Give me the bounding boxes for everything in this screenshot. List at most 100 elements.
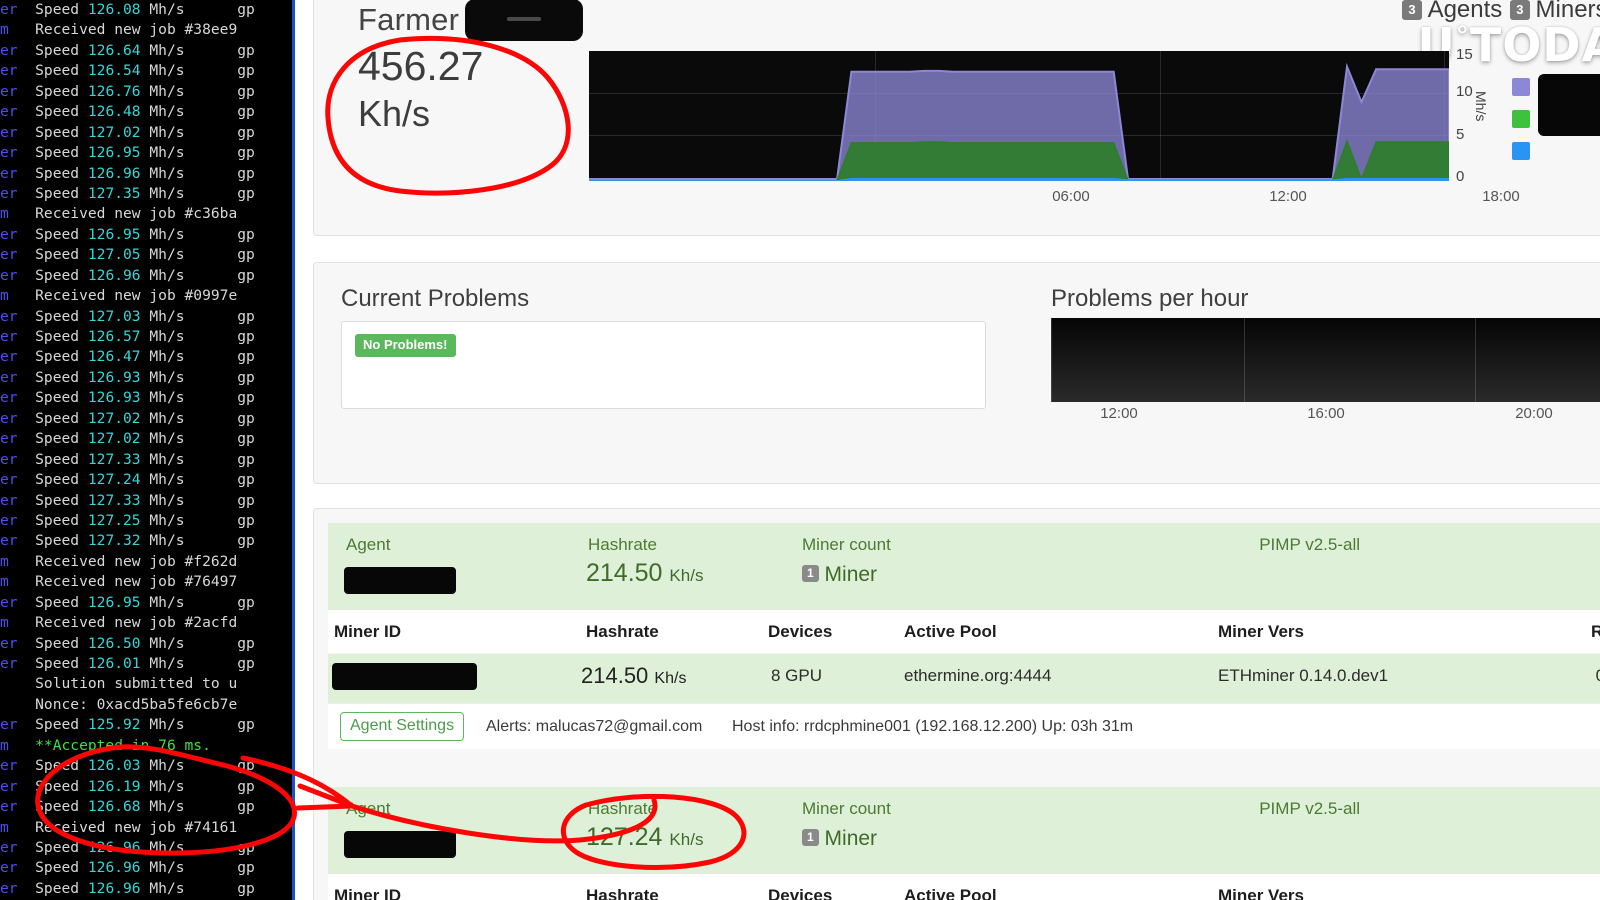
current-problems-box: No Problems! <box>341 321 986 409</box>
terminal-line: er Speed 126.01 Mh/s gp <box>0 655 255 672</box>
terminal-line: er Speed 127.02 Mh/s gp <box>0 430 255 448</box>
terminal-line: er Speed 127.25 Mh/s gp <box>0 511 255 529</box>
agent-name-redaction <box>344 831 456 858</box>
agent-card: Agent Hashrate 127.24 Kh/s Miner count 1… <box>328 787 1600 900</box>
col-hashrate: Hashrate <box>586 622 659 641</box>
terminal-line: Solution submitted to u <box>26 675 238 693</box>
col-active-pool: Active Pool <box>904 886 997 900</box>
terminal-line: er Speed 126.19 Mh/s gp <box>0 777 255 795</box>
miner-table-header: Miner ID Hashrate Devices Active Pool Mi… <box>328 873 1600 900</box>
pph-xtick-2000: 20:00 <box>1515 405 1553 422</box>
terminal-line: er Speed 125.92 Mh/s gp <box>0 716 255 734</box>
col-active-pool: Active Pool <box>904 622 997 641</box>
miner-table-header: Miner ID Hashrate Devices Active Pool Mi… <box>328 609 1600 653</box>
agents-panel: Agent Hashrate 214.50 Kh/s Miner count 1… <box>313 508 1600 900</box>
agent-header-row: Agent Hashrate 214.50 Kh/s Miner count 1… <box>328 523 1600 609</box>
terminal-line: er Speed 127.33 Mh/s gp <box>0 450 255 468</box>
farmer-summary: Farmer 456.27 Kh/s <box>358 0 598 137</box>
terminal-line: er Speed 126.93 Mh/s gp <box>0 389 255 407</box>
agent-label: Agent <box>346 535 391 554</box>
terminal-line: er Speed 126.50 Mh/s gp <box>0 634 255 652</box>
terminal-line: m Received new job #76497 <box>0 573 238 591</box>
current-problems-title: Current Problems <box>341 285 530 312</box>
agent-hashrate-value: 214.50 Kh/s <box>586 559 704 587</box>
terminal-line: m Received new job #2acfd <box>0 614 238 632</box>
terminal-console[interactable]: er Speed 126.08 Mh/s gp m Received new jo… <box>0 0 295 900</box>
terminal-line: er Speed 126.95 Mh/s gp <box>0 225 255 243</box>
agent-label: Agent <box>346 799 391 818</box>
pimp-dashboard: Farmer 456.27 Kh/s 3 Agents 3 Miners 16 … <box>295 0 1600 900</box>
table-row[interactable]: 214.50 Kh/s 8 GPU ethermine.org:4444 ETH… <box>328 653 1600 703</box>
terminal-line: er Speed 126.96 Mh/s gp <box>0 879 255 897</box>
terminal-line: er Speed 126.48 Mh/s gp <box>0 103 255 121</box>
hashrate-area-series <box>589 62 1449 181</box>
miner-version: ETHminer 0.14.0.dev1 <box>1218 666 1389 685</box>
agent-name-redaction <box>344 567 456 594</box>
ytick-10: 10 <box>1456 83 1473 100</box>
miners-count-badge: 3 <box>1510 0 1530 20</box>
terminal-line: m Received new job #38ee9 <box>0 21 238 39</box>
farm-total-hashrate-unit: Kh/s <box>358 92 431 134</box>
terminal-line: er Speed 126.96 Mh/s gp <box>0 859 255 877</box>
terminal-line: er Speed 126.57 Mh/s gp <box>0 328 255 345</box>
agent-header-row: Agent Hashrate 127.24 Kh/s Miner count 1… <box>328 787 1600 873</box>
ytick-15: 15 <box>1456 46 1473 63</box>
terminal-line: er Speed 127.05 Mh/s gp <box>0 246 255 264</box>
terminal-line: Nonce: 0xacd5ba5fe6cb7e <box>26 695 238 713</box>
terminal-line: er Speed 126.68 Mh/s gp <box>0 798 255 816</box>
terminal-line: er Speed 126.96 Mh/s gp <box>0 266 255 284</box>
col-miner-vers: Miner Vers <box>1218 622 1304 641</box>
farm-overview-panel: Farmer 456.27 Kh/s 3 Agents 3 Miners 16 … <box>313 0 1600 236</box>
terminal-line: er Speed 127.02 Mh/s gp <box>0 123 255 141</box>
pph-xtick-1600: 16:00 <box>1307 405 1345 422</box>
terminal-line: er Speed 126.95 Mh/s gp <box>0 593 255 611</box>
col-devices: Devices <box>768 886 833 900</box>
agent-settings-button[interactable]: Agent Settings <box>340 712 465 741</box>
agent-hashrate-value: 127.24 Kh/s <box>586 823 704 851</box>
terminal-line: er Speed 126.93 Mh/s gp <box>0 368 255 386</box>
terminal-line: er Speed 127.35 Mh/s gp <box>0 184 255 202</box>
terminal-line: er Speed 126.96 Mh/s gp <box>0 838 255 856</box>
miner-count-badge: 1 <box>802 829 819 846</box>
terminal-line: m Received new job #f262d <box>0 552 238 570</box>
terminal-line: er Speed 127.33 Mh/s gp <box>0 491 255 509</box>
col-hashrate: Hashrate <box>586 886 659 900</box>
yaxis-label: Mh/s <box>1473 91 1489 122</box>
col-devices: Devices <box>768 622 833 641</box>
page-title: Farmer <box>358 2 460 37</box>
agent-card: Agent Hashrate 214.50 Kh/s Miner count 1… <box>328 523 1600 749</box>
terminal-line: er Speed 126.47 Mh/s gp <box>0 348 255 366</box>
farm-total-hashrate: 456.27 <box>358 42 484 89</box>
miner-count-value: 1 Miner <box>802 827 877 851</box>
series-blue <box>589 178 1449 181</box>
terminal-line: er Speed 126.76 Mh/s gp <box>0 82 255 100</box>
legend-swatch-purple <box>1512 78 1530 96</box>
miner-count-badge: 1 <box>802 565 819 582</box>
xtick-1800: 18:00 <box>1482 188 1520 205</box>
status-badge: No Problems! <box>355 334 456 357</box>
miner-devices: 8 GPU <box>771 666 823 685</box>
farmer-title-row: Farmer <box>358 0 598 41</box>
terminal-line: er Speed 127.02 Mh/s gp <box>0 409 255 427</box>
miner-runtime: 00h <box>1596 666 1600 686</box>
terminal-line: er Speed 126.54 Mh/s gp <box>0 62 255 80</box>
agent-version: PIMP v2.5-all <box>1259 799 1360 818</box>
terminal-line: m Received new job #74161 <box>0 818 238 836</box>
agent-hashrate-label: Hashrate <box>588 799 657 818</box>
ytick-5: 5 <box>1456 126 1465 143</box>
terminal-line: er Speed 127.32 Mh/s gp <box>0 532 255 550</box>
agent-hashrate-label: Hashrate <box>588 535 657 554</box>
terminal-line: er Speed 126.96 Mh/s gp <box>0 164 255 182</box>
miner-count-label: Miner count <box>802 535 891 554</box>
problems-per-hour-chart <box>1051 318 1600 402</box>
terminal-line: m **Accepted in 76 ms. <box>0 736 211 754</box>
terminal-line: er Speed 127.24 Mh/s gp <box>0 471 255 489</box>
miner-count-label: Miner count <box>802 799 891 818</box>
terminal-line: er Speed 126.03 Mh/s gp <box>0 757 255 775</box>
legend-swatch-blue <box>1512 142 1530 160</box>
terminal-line: er Speed 127.03 Mh/s gp <box>0 307 255 325</box>
xtick-0600: 06:00 <box>1052 188 1090 205</box>
agents-count-badge: 3 <box>1402 0 1422 20</box>
terminal-line: er Speed 126.95 Mh/s gp <box>0 144 255 162</box>
col-miner-vers: Miner Vers <box>1218 886 1304 900</box>
